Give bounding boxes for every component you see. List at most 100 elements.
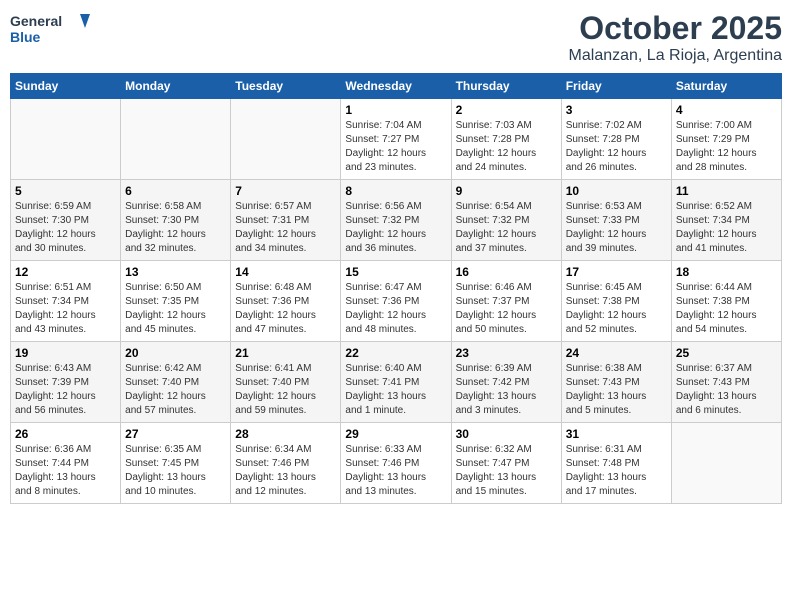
day-info: Sunrise: 6:41 AMSunset: 7:40 PMDaylight:… [235, 362, 336, 418]
day-number: 12 [15, 265, 116, 279]
day-number: 15 [345, 265, 446, 279]
day-info: Sunrise: 7:00 AMSunset: 7:29 PMDaylight:… [676, 119, 777, 175]
calendar-cell: 8 Sunrise: 6:56 AMSunset: 7:32 PMDaylight… [341, 180, 451, 261]
calendar-cell: 28 Sunrise: 6:34 AMSunset: 7:46 PMDayligh… [231, 423, 341, 504]
day-info: Sunrise: 6:39 AMSunset: 7:42 PMDaylight:… [456, 362, 557, 418]
day-number: 30 [456, 427, 557, 441]
day-info: Sunrise: 6:35 AMSunset: 7:45 PMDaylight:… [125, 443, 226, 499]
day-info: Sunrise: 6:36 AMSunset: 7:44 PMDaylight:… [15, 443, 116, 499]
calendar-cell: 22 Sunrise: 6:40 AMSunset: 7:41 PMDayligh… [341, 342, 451, 423]
calendar-cell [671, 423, 781, 504]
calendar-cell: 10 Sunrise: 6:53 AMSunset: 7:33 PMDayligh… [561, 180, 671, 261]
calendar-cell: 12Sunrise: 6:51 AMSunset: 7:34 PMDayligh… [11, 261, 121, 342]
calendar-cell: 24 Sunrise: 6:38 AMSunset: 7:43 PMDayligh… [561, 342, 671, 423]
day-number: 23 [456, 346, 557, 360]
day-info: Sunrise: 6:34 AMSunset: 7:46 PMDaylight:… [235, 443, 336, 499]
svg-text:Blue: Blue [10, 29, 41, 45]
day-info: Sunrise: 6:40 AMSunset: 7:41 PMDaylight:… [345, 362, 446, 418]
day-number: 17 [566, 265, 667, 279]
title-block: October 2025 Malanzan, La Rioja, Argenti… [569, 10, 782, 65]
calendar-cell: 15Sunrise: 6:47 AMSunset: 7:36 PMDayligh… [341, 261, 451, 342]
calendar-week-row: 26Sunrise: 6:36 AMSunset: 7:44 PMDayligh… [11, 423, 782, 504]
day-number: 18 [676, 265, 777, 279]
day-number: 10 [566, 184, 667, 198]
logo: General Blue [10, 10, 90, 55]
day-number: 14 [235, 265, 336, 279]
calendar-cell: 29 Sunrise: 6:33 AMSunset: 7:46 PMDayligh… [341, 423, 451, 504]
calendar-cell: 5 Sunrise: 6:59 AMSunset: 7:30 PMDaylight… [11, 180, 121, 261]
calendar-body: 1 Sunrise: 7:04 AMSunset: 7:27 PMDaylight… [11, 99, 782, 504]
day-info: Sunrise: 6:50 AMSunset: 7:35 PMDaylight:… [125, 281, 226, 337]
day-info: Sunrise: 6:53 AMSunset: 7:33 PMDaylight:… [566, 200, 667, 256]
day-number: 5 [15, 184, 116, 198]
day-info: Sunrise: 7:03 AMSunset: 7:28 PMDaylight:… [456, 119, 557, 175]
day-info: Sunrise: 6:52 AMSunset: 7:34 PMDaylight:… [676, 200, 777, 256]
calendar-cell: 16Sunrise: 6:46 AMSunset: 7:37 PMDayligh… [451, 261, 561, 342]
calendar-cell: 19Sunrise: 6:43 AMSunset: 7:39 PMDayligh… [11, 342, 121, 423]
calendar-cell: 30 Sunrise: 6:32 AMSunset: 7:47 PMDayligh… [451, 423, 561, 504]
day-info: Sunrise: 7:04 AMSunset: 7:27 PMDaylight:… [345, 119, 446, 175]
calendar-week-row: 1 Sunrise: 7:04 AMSunset: 7:27 PMDaylight… [11, 99, 782, 180]
calendar-cell: 31 Sunrise: 6:31 AMSunset: 7:48 PMDayligh… [561, 423, 671, 504]
weekday-header: Sunday [11, 74, 121, 99]
weekday-header: Friday [561, 74, 671, 99]
calendar-cell: 13 Sunrise: 6:50 AMSunset: 7:35 PMDayligh… [121, 261, 231, 342]
day-info: Sunrise: 6:45 AMSunset: 7:38 PMDaylight:… [566, 281, 667, 337]
day-number: 2 [456, 103, 557, 117]
calendar-cell: 7 Sunrise: 6:57 AMSunset: 7:31 PMDaylight… [231, 180, 341, 261]
day-number: 24 [566, 346, 667, 360]
calendar-cell: 23 Sunrise: 6:39 AMSunset: 7:42 PMDayligh… [451, 342, 561, 423]
calendar-cell: 14 Sunrise: 6:48 AMSunset: 7:36 PMDayligh… [231, 261, 341, 342]
day-number: 22 [345, 346, 446, 360]
day-info: Sunrise: 6:57 AMSunset: 7:31 PMDaylight:… [235, 200, 336, 256]
day-number: 31 [566, 427, 667, 441]
day-info: Sunrise: 6:32 AMSunset: 7:47 PMDaylight:… [456, 443, 557, 499]
calendar-cell [11, 99, 121, 180]
weekday-header: Saturday [671, 74, 781, 99]
calendar-week-row: 19Sunrise: 6:43 AMSunset: 7:39 PMDayligh… [11, 342, 782, 423]
day-info: Sunrise: 6:46 AMSunset: 7:37 PMDaylight:… [456, 281, 557, 337]
calendar-week-row: 12Sunrise: 6:51 AMSunset: 7:34 PMDayligh… [11, 261, 782, 342]
weekday-row: SundayMondayTuesdayWednesdayThursdayFrid… [11, 74, 782, 99]
calendar-cell: 25Sunrise: 6:37 AMSunset: 7:43 PMDayligh… [671, 342, 781, 423]
calendar-cell [121, 99, 231, 180]
calendar-cell: 2 Sunrise: 7:03 AMSunset: 7:28 PMDaylight… [451, 99, 561, 180]
weekday-header: Tuesday [231, 74, 341, 99]
calendar-cell: 17 Sunrise: 6:45 AMSunset: 7:38 PMDayligh… [561, 261, 671, 342]
day-info: Sunrise: 6:31 AMSunset: 7:48 PMDaylight:… [566, 443, 667, 499]
day-number: 9 [456, 184, 557, 198]
logo-svg: General Blue [10, 10, 90, 55]
calendar-cell: 18Sunrise: 6:44 AMSunset: 7:38 PMDayligh… [671, 261, 781, 342]
calendar-header: SundayMondayTuesdayWednesdayThursdayFrid… [11, 74, 782, 99]
page-header: General Blue October 2025 Malanzan, La R… [10, 10, 782, 65]
calendar-cell: 27Sunrise: 6:35 AMSunset: 7:45 PMDayligh… [121, 423, 231, 504]
calendar-cell: 11Sunrise: 6:52 AMSunset: 7:34 PMDayligh… [671, 180, 781, 261]
calendar-table: SundayMondayTuesdayWednesdayThursdayFrid… [10, 73, 782, 504]
day-info: Sunrise: 6:33 AMSunset: 7:46 PMDaylight:… [345, 443, 446, 499]
day-number: 1 [345, 103, 446, 117]
day-info: Sunrise: 7:02 AMSunset: 7:28 PMDaylight:… [566, 119, 667, 175]
calendar-title: October 2025 [569, 10, 782, 47]
day-number: 20 [125, 346, 226, 360]
calendar-cell: 21Sunrise: 6:41 AMSunset: 7:40 PMDayligh… [231, 342, 341, 423]
day-info: Sunrise: 6:56 AMSunset: 7:32 PMDaylight:… [345, 200, 446, 256]
day-info: Sunrise: 6:48 AMSunset: 7:36 PMDaylight:… [235, 281, 336, 337]
day-number: 8 [345, 184, 446, 198]
day-number: 13 [125, 265, 226, 279]
calendar-cell: 20 Sunrise: 6:42 AMSunset: 7:40 PMDayligh… [121, 342, 231, 423]
day-number: 25 [676, 346, 777, 360]
calendar-cell: 26Sunrise: 6:36 AMSunset: 7:44 PMDayligh… [11, 423, 121, 504]
day-number: 7 [235, 184, 336, 198]
day-number: 29 [345, 427, 446, 441]
day-number: 3 [566, 103, 667, 117]
day-number: 6 [125, 184, 226, 198]
calendar-week-row: 5 Sunrise: 6:59 AMSunset: 7:30 PMDaylight… [11, 180, 782, 261]
day-info: Sunrise: 6:59 AMSunset: 7:30 PMDaylight:… [15, 200, 116, 256]
calendar-cell: 3 Sunrise: 7:02 AMSunset: 7:28 PMDaylight… [561, 99, 671, 180]
day-info: Sunrise: 6:42 AMSunset: 7:40 PMDaylight:… [125, 362, 226, 418]
day-number: 4 [676, 103, 777, 117]
day-info: Sunrise: 6:38 AMSunset: 7:43 PMDaylight:… [566, 362, 667, 418]
day-number: 28 [235, 427, 336, 441]
weekday-header: Thursday [451, 74, 561, 99]
calendar-cell: 4 Sunrise: 7:00 AMSunset: 7:29 PMDaylight… [671, 99, 781, 180]
